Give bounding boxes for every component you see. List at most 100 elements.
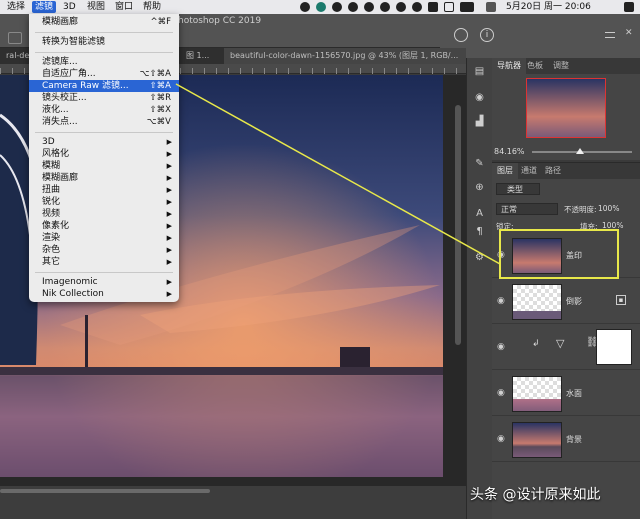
layer-name[interactable]: 水面	[566, 388, 582, 399]
menu-item-sharpen[interactable]: 锐化 ▶	[29, 196, 179, 208]
layer-filter-select[interactable]: 类型	[496, 183, 540, 195]
panel-menu-icon[interactable]	[605, 32, 615, 38]
layer-name[interactable]: 倒影	[566, 296, 582, 307]
menu-item-stylize[interactable]: 风格化 ▶	[29, 148, 179, 160]
status-icon-1[interactable]	[300, 2, 310, 12]
menu-help[interactable]: 帮助	[140, 1, 164, 13]
status-icon-8[interactable]	[412, 2, 422, 12]
histogram-icon[interactable]: ▟	[473, 116, 486, 127]
menu-item-pixelate[interactable]: 像素化 ▶	[29, 220, 179, 232]
color-icon[interactable]: ◉	[473, 92, 486, 103]
layer-mask-thumbnail[interactable]	[596, 329, 632, 365]
navigator-zoom[interactable]: 84.16%	[494, 147, 525, 156]
menu-item-3d[interactable]: 3D ▶	[29, 136, 179, 148]
visibility-eye-icon[interactable]: ◉	[497, 434, 507, 444]
clone-icon[interactable]: ⊕	[473, 182, 486, 193]
layer-row-water[interactable]: ◉ 水面	[492, 371, 640, 416]
menu-item-other[interactable]: 其它 ▶	[29, 256, 179, 268]
status-icon-9[interactable]	[428, 2, 438, 12]
layer-row-background[interactable]: ◉ 背景	[492, 417, 640, 462]
tab-swatches[interactable]: 色板	[522, 58, 548, 74]
status-icon-6[interactable]	[380, 2, 390, 12]
tab-layers[interactable]: 图层	[492, 163, 518, 179]
tab-adjustments[interactable]: 调整	[548, 58, 574, 74]
opacity-value[interactable]: 100%	[598, 204, 619, 213]
app-title: hotoshop CC 2019	[178, 16, 262, 26]
menu-item-vanishing-point[interactable]: 消失点... ⌥⌘V	[29, 116, 179, 128]
menu-item-filter-gallery[interactable]: 滤镜库...	[29, 56, 179, 68]
status-icon-2[interactable]	[316, 2, 326, 12]
navigator-preview[interactable]	[526, 78, 606, 138]
ruler-tick	[216, 68, 217, 74]
tab-doc-active[interactable]: beautiful-color-dawn-1156570.jpg @ 43% (…	[224, 48, 466, 64]
wifi-icon[interactable]	[444, 2, 454, 12]
vertical-scrollbar-thumb[interactable]	[455, 105, 461, 345]
menu-item-blur-gallery-last[interactable]: 模糊画廊 ^⌘F	[29, 16, 179, 28]
menu-item-camera-raw[interactable]: Camera Raw 滤镜... ⇧⌘A	[29, 80, 179, 92]
menu-item-video[interactable]: 视频 ▶	[29, 208, 179, 220]
menu-item-render[interactable]: 渲染 ▶	[29, 232, 179, 244]
menu-list-icon[interactable]	[624, 2, 634, 12]
tab-paths[interactable]: 路径	[540, 163, 566, 179]
menu-item-adaptive-wide[interactable]: 自适应广角... ⌥⇧⌘A	[29, 68, 179, 80]
visibility-eye-icon[interactable]: ◉	[497, 388, 507, 398]
menu-item-distort[interactable]: 扭曲 ▶	[29, 184, 179, 196]
status-icon-5[interactable]	[364, 2, 374, 12]
horizontal-scrollbar[interactable]	[0, 486, 466, 496]
tab-channels[interactable]: 通道	[516, 163, 542, 179]
history-icon[interactable]: ▤	[473, 66, 486, 77]
visibility-eye-icon[interactable]: ◉	[497, 296, 507, 306]
layer-thumbnail	[512, 238, 562, 274]
ruler-tick	[0, 68, 1, 74]
menu-select[interactable]: 选择	[4, 1, 28, 13]
ruler-tick	[288, 68, 289, 74]
menu-item-noise[interactable]: 杂色 ▶	[29, 244, 179, 256]
tab-doc-2[interactable]: 图 1...	[180, 48, 224, 64]
layer-row-reflection[interactable]: ◉ 倒影 ▪	[492, 279, 640, 324]
info-icon[interactable]: i	[480, 28, 494, 42]
blend-mode-select[interactable]: 正常	[496, 203, 558, 215]
layer-name[interactable]: 盖印	[566, 250, 582, 261]
menu-item-liquify[interactable]: 液化... ⇧⌘X	[29, 104, 179, 116]
layer-row-stamp[interactable]: ◉ 盖印	[492, 233, 640, 278]
search-icon[interactable]	[486, 2, 496, 12]
tool-preset-icon[interactable]	[8, 32, 22, 44]
menu-window[interactable]: 窗口	[112, 1, 136, 13]
menu-item-lens-correction[interactable]: 镜头校正... ⇧⌘R	[29, 92, 179, 104]
layer-row-adjustment[interactable]: ◉ ↲ ▽ ⛓	[492, 325, 640, 370]
menu-item-nik-collection[interactable]: Nik Collection ▶	[29, 288, 179, 300]
zoom-slider[interactable]	[532, 148, 632, 154]
menu-3d[interactable]: 3D	[60, 1, 79, 13]
lock-label: 锁定:	[496, 222, 514, 231]
menu-item-convert-smart[interactable]: 转换为智能滤镜	[29, 36, 179, 48]
menu-filter[interactable]: 滤镜	[32, 1, 57, 13]
battery-icon[interactable]	[460, 2, 474, 12]
panel-icon-strip: ▤ ◉ ▟ ✎ ⊕ A ¶ ⚙	[466, 58, 492, 519]
scroll-thumb[interactable]	[0, 489, 210, 493]
layer-name[interactable]: 背景	[566, 434, 582, 445]
status-icon-7[interactable]	[396, 2, 406, 12]
ruler-tick	[300, 68, 301, 74]
visibility-eye-icon[interactable]: ◉	[497, 342, 507, 352]
properties-icon[interactable]: ⚙	[473, 252, 486, 263]
menu-item-blur[interactable]: 模糊 ▶	[29, 160, 179, 172]
tab-doc-1[interactable]: ral-desi	[0, 48, 30, 64]
workspace-icon[interactable]	[454, 28, 468, 42]
paragraph-icon[interactable]: ¶	[473, 226, 486, 237]
status-icon-3[interactable]	[332, 2, 342, 12]
ruler-tick	[180, 68, 181, 74]
tab-navigator[interactable]: 导航器	[492, 58, 526, 74]
brush-icon[interactable]: ✎	[473, 158, 486, 169]
collapse-icon[interactable]: ✕	[625, 28, 633, 38]
ruler-tick	[228, 68, 229, 74]
layer-thumbnail	[512, 284, 562, 320]
visibility-eye-icon[interactable]: ◉	[497, 250, 507, 260]
fill-value[interactable]: 100%	[602, 221, 623, 230]
layers-panel: 图层 通道 路径 类型 正常 不透明度: 100% 锁定: 填充: 100% ◉…	[492, 162, 640, 519]
status-icon-4[interactable]	[348, 2, 358, 12]
watermark-text: 头条 @设计原来如此	[470, 487, 601, 503]
character-icon[interactable]: A	[473, 208, 486, 219]
menu-item-blur-gallery[interactable]: 模糊画廊 ▶	[29, 172, 179, 184]
menu-view[interactable]: 视图	[84, 1, 108, 13]
menu-item-imagenomic[interactable]: Imagenomic ▶	[29, 276, 179, 288]
